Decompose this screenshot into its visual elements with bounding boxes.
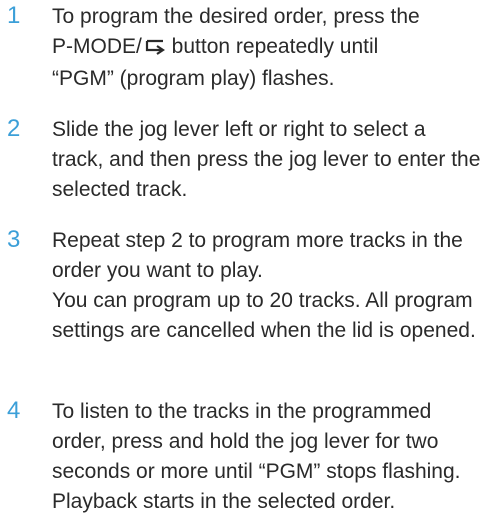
step-instruction: Slide the jog lever left or right to sel… [52,118,481,201]
step-number: 4 [7,397,21,424]
step-instruction: To listen to the tracks in the programme… [52,400,461,483]
step-text: To program the desired order, press the … [52,2,482,94]
step-note: You can program up to 20 tracks. All pro… [52,289,476,342]
step-text: Repeat step 2 to program more tracks in … [52,226,482,346]
step-text: To listen to the tracks in the programme… [52,397,482,517]
step-line: “PGM” (program play) flashes. [52,67,335,90]
repeat-icon [144,34,166,64]
manual-page: 1 To program the desired order, press th… [0,0,487,513]
step-instruction: Repeat step 2 to program more tracks in … [52,229,463,282]
step-line-tail: button repeatedly until [165,35,379,58]
step-number: 2 [7,115,21,142]
step-line: To program the desired order, press the [52,5,420,28]
step-number: 1 [7,2,21,29]
step-number: 3 [7,226,21,253]
button-name: P-MODE/ [52,35,142,58]
step-line: P-MODE/ button repeatedly until [52,32,482,64]
step-text: Slide the jog lever left or right to sel… [52,115,482,205]
